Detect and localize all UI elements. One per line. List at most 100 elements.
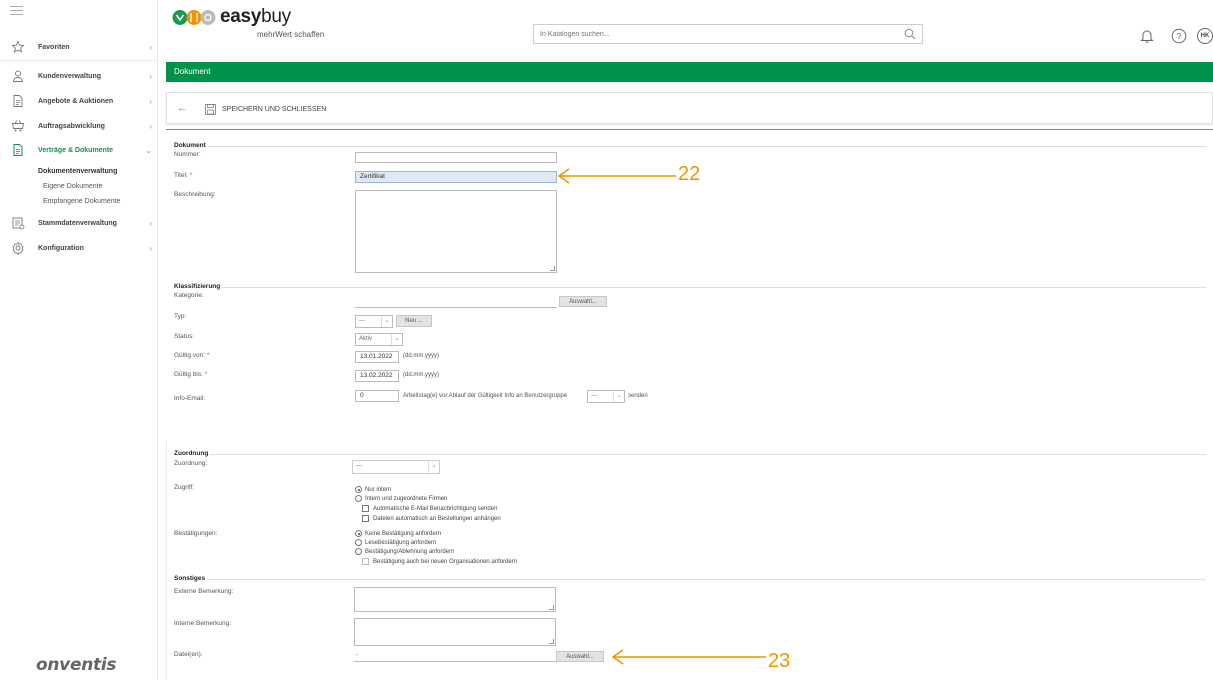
kategorie-auswahl-button[interactable]: Auswahl... <box>559 296 607 307</box>
nummer-field[interactable] <box>355 152 557 163</box>
resize-handle[interactable] <box>550 266 555 271</box>
radio-bestaetigung-ablehnung[interactable]: Bestätigung/Ablehnung anfordern <box>355 548 454 555</box>
search-icon[interactable] <box>904 28 916 40</box>
section-title-sonstiges: Sonstiges <box>174 575 206 582</box>
benutzergruppe-select[interactable]: --- ⌄ <box>587 390 625 403</box>
annotation-arrow-icon <box>557 168 676 184</box>
save-icon <box>205 103 216 115</box>
sidebar-subitem-eigene[interactable]: Eigene Dokumente <box>43 183 103 190</box>
info-email-days-field[interactable]: 0 <box>355 390 399 402</box>
sidebar-item-label: Konfiguration <box>38 244 84 252</box>
typ-neu-button[interactable]: Neu ... <box>396 315 432 327</box>
radio-keine-bestaetigung[interactable]: Keine Bestätigung anfordern <box>355 530 441 537</box>
zuordnung-label: Zuordnung: <box>174 460 208 467</box>
catalog-search[interactable] <box>533 24 923 44</box>
star-icon <box>11 40 25 53</box>
chevron-down-icon: ⌄ <box>428 461 439 473</box>
brand-tagline: mehrWert schaffen <box>257 30 325 39</box>
radio-nur-intern[interactable]: Nur intern <box>355 486 391 493</box>
easybuy-logo[interactable]: easybuy mehrWert schaffen <box>172 6 352 46</box>
typ-select[interactable]: --- ⌄ <box>355 315 393 328</box>
sidebar-subitem-dokumentenverwaltung[interactable]: Dokumentenverwaltung <box>38 168 117 175</box>
titel-field[interactable]: Zertifikat <box>355 171 557 183</box>
date-format-hint: (dd.mm.yyyy) <box>403 353 439 359</box>
radio-lesebestaetigung[interactable]: Lesebestätigung anfordern <box>355 539 436 546</box>
gueltig-von-field[interactable]: 13.01.2022 <box>355 351 399 363</box>
onventis-logo: onventis <box>36 655 117 675</box>
sidebar-item-label: Verträge & Dokumente <box>38 146 114 154</box>
chevron-right-icon: › <box>149 42 152 52</box>
status-label: Status: <box>174 333 195 340</box>
date-format-hint: (dd.mm.yyyy) <box>403 372 439 378</box>
kategorie-field[interactable] <box>355 307 557 308</box>
info-email-label: Info-Email: <box>174 395 206 402</box>
chevron-right-icon: › <box>149 71 152 81</box>
toolbar: ← SPEICHERN UND SCHLIESSEN <box>166 92 1213 124</box>
section-divider <box>222 287 1206 288</box>
sidebar-item-auftragsabwicklung[interactable]: Auftragsabwicklung › <box>0 116 158 136</box>
gueltig-bis-field[interactable]: 13.02.2022 <box>355 370 399 382</box>
save-label: SPEICHERN UND SCHLIESSEN <box>222 105 327 113</box>
sidebar-item-angebote[interactable]: Angebote & Auktionen › <box>0 91 158 111</box>
resize-handle[interactable] <box>549 639 554 644</box>
externe-bemerkung-label: Externe Bemerkung: <box>174 588 234 595</box>
annotation-label: 23 <box>768 650 791 672</box>
chevron-down-icon: ⌄ <box>381 316 392 327</box>
menu-icon[interactable] <box>10 6 23 18</box>
status-select[interactable]: Aktiv ⌄ <box>355 333 403 346</box>
sidebar-item-label: Kundenverwaltung <box>38 72 102 80</box>
divider <box>166 129 1213 130</box>
check-neue-organisationen[interactable]: Bestätigung auch bei neuen Organisatione… <box>362 558 517 565</box>
back-arrow-icon[interactable]: ← <box>177 102 188 114</box>
search-input[interactable] <box>534 25 894 43</box>
chevron-right-icon: › <box>149 218 152 228</box>
user-icon <box>13 70 23 82</box>
gueltig-von-label: Gültig von: * <box>174 352 210 359</box>
sidebar-item-label: Favoriten <box>38 43 70 51</box>
section-divider <box>208 146 1206 147</box>
sidebar-item-label: Auftragsabwicklung <box>38 122 105 130</box>
section-title-zuordnung: Zuordnung <box>174 450 209 457</box>
interne-bemerkung-textarea[interactable] <box>354 618 556 646</box>
externe-bemerkung-textarea[interactable] <box>354 587 556 612</box>
sidebar-item-kundenverwaltung[interactable]: Kundenverwaltung › <box>0 66 158 86</box>
section-divider <box>210 454 1206 455</box>
bell-icon[interactable] <box>1139 28 1155 44</box>
kategorie-label: Kategorie: <box>174 292 204 299</box>
user-avatar[interactable]: HK <box>1197 28 1213 44</box>
svg-text:?: ? <box>1177 32 1182 41</box>
nummer-label: Nummer: <box>174 151 201 158</box>
check-dateien-anhaengen[interactable]: Dateien automatisch an Bestellungen anhä… <box>362 515 501 522</box>
zugriff-label: Zugriff: <box>174 484 195 491</box>
gueltig-bis-label: Gültig bis: * <box>174 371 208 378</box>
form-card-lower <box>166 441 1213 680</box>
beschreibung-textarea[interactable] <box>355 190 557 273</box>
chevron-right-icon: › <box>149 121 152 131</box>
check-email-benachrichtigung[interactable]: Automatische E-Mail Benachrichtigung sen… <box>362 505 497 512</box>
gear-icon <box>12 241 24 255</box>
info-email-text: Arbeitstag(e) vor Ablauf der Gültigkeit … <box>403 393 568 399</box>
page-title: Dokument <box>166 62 1213 82</box>
radio-intern-zugeordnet[interactable]: Intern und zugeordnete Firmen <box>355 495 447 502</box>
sidebar-item-konfiguration[interactable]: Konfiguration › <box>0 238 158 258</box>
section-title-dokument: Dokument <box>174 142 206 149</box>
sidebar-item-stammdaten[interactable]: Stammdatenverwaltung › <box>0 213 158 233</box>
dateien-field[interactable] <box>354 661 556 662</box>
sidebar-item-vertraege[interactable]: Verträge & Dokumente ⌄ <box>0 140 158 160</box>
sidebar-subitem-empfangene[interactable]: Empfangene Dokumente <box>43 198 120 205</box>
section-divider <box>208 579 1206 580</box>
save-and-close-button[interactable]: SPEICHERN UND SCHLIESSEN <box>205 101 326 117</box>
annotation-label: 22 <box>678 163 701 185</box>
brand-name: easybuy <box>220 6 291 27</box>
annotation-arrow-icon <box>611 649 766 665</box>
bestaetigungen-label: Bestätigungen: <box>174 530 218 537</box>
resize-handle[interactable] <box>549 605 554 610</box>
zuordnung-select[interactable]: --- ⌄ <box>352 460 440 474</box>
beschreibung-label: Beschreibung: <box>174 191 216 198</box>
sidebar-item-favoriten[interactable]: Favoriten › <box>0 37 158 57</box>
senden-text: senden <box>628 393 648 399</box>
titel-label: Titel: * <box>174 172 193 179</box>
dateien-value: - <box>356 652 358 658</box>
dateien-auswahl-button[interactable]: Auswahl... <box>556 651 604 662</box>
help-icon[interactable]: ? <box>1171 28 1187 44</box>
